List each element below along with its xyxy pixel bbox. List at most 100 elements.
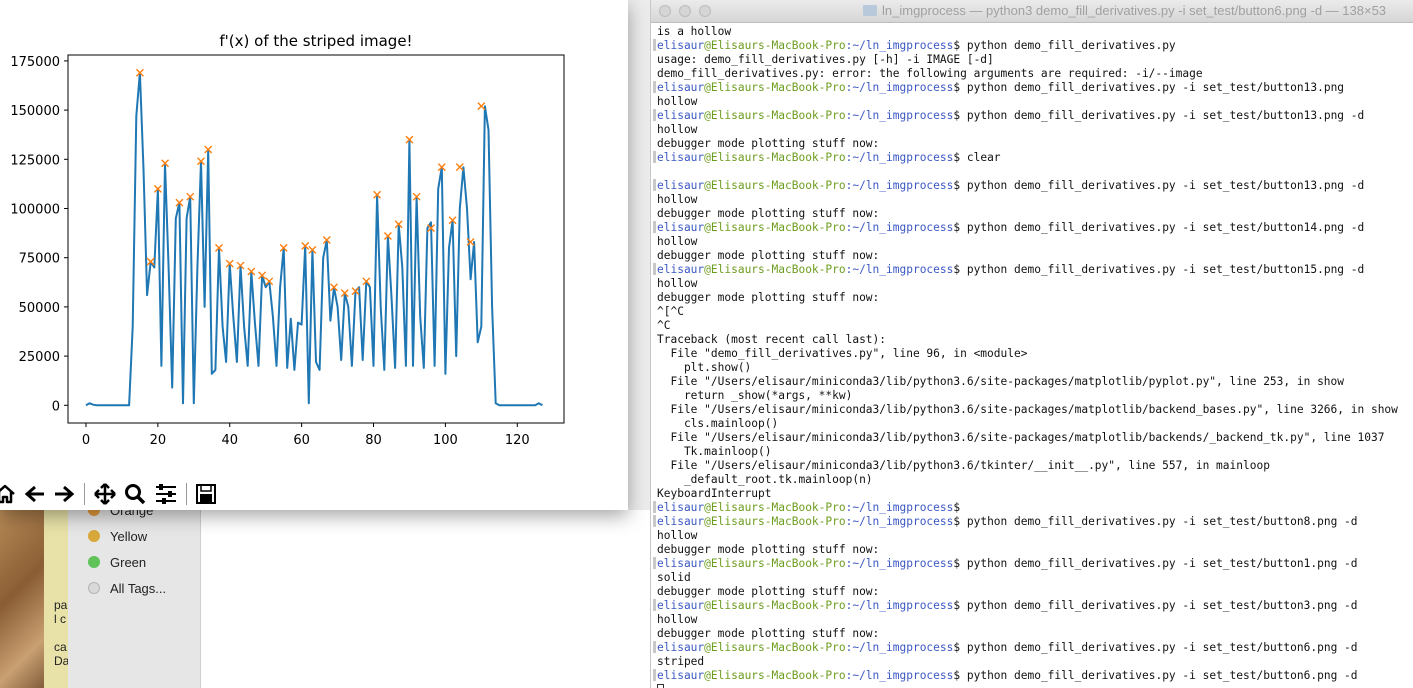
prompt-cwd: :~/ln_imgprocess [845, 263, 954, 276]
prompt-cwd: :~/ln_imgprocess [845, 39, 954, 52]
prompt-command: $ python demo_fill_derivatives.py -i set… [953, 669, 1358, 682]
finder-content-area [201, 510, 650, 688]
terminal-prompt-line: elisaur@Elisaurs-MacBook-Pro:~/ln_imgpro… [651, 109, 1413, 123]
folder-icon [863, 5, 877, 16]
tag-label: Yellow [110, 528, 148, 544]
prompt-host: @Elisaurs-MacBook-Pro [704, 151, 846, 164]
terminal-prompt-line: elisaur@Elisaurs-MacBook-Pro:~/ln_imgpro… [651, 641, 1413, 655]
prompt-command: $ python demo_fill_derivatives.py -i set… [953, 641, 1358, 654]
prompt-command: $ python demo_fill_derivatives.py -i set… [953, 81, 1345, 94]
forward-arrow-icon [55, 485, 75, 503]
terminal-prompt-line: elisaur@Elisaurs-MacBook-Pro:~/ln_imgpro… [651, 557, 1413, 571]
prompt-command: $ python demo_fill_derivatives.py -i set… [953, 221, 1365, 234]
prompt-command: $ python demo_fill_derivatives.py -i set… [953, 599, 1358, 612]
terminal-cursor-line [651, 683, 1413, 688]
terminal-output-line: File "/Users/elisaur/miniconda3/lib/pyth… [657, 431, 1385, 444]
close-window-icon[interactable] [659, 5, 671, 17]
home-button[interactable] [0, 481, 18, 507]
tag-color-dot [88, 582, 100, 594]
forward-button[interactable] [51, 481, 77, 507]
prompt-host: @Elisaurs-MacBook-Pro [704, 179, 846, 192]
configure-subplots-button[interactable] [153, 481, 179, 507]
terminal-output-line: hollow [657, 529, 698, 542]
terminal-output-line: File "demo_fill_derivatives.py", line 96… [657, 347, 1028, 360]
toolbar-divider [84, 483, 85, 505]
terminal-output-line: plt.show() [657, 361, 752, 374]
terminal-output-line: hollow [657, 613, 698, 626]
terminal-output-line: debugger mode plotting stuff now: [657, 585, 880, 598]
prompt-marker [653, 557, 656, 569]
prompt-user: elisaur [657, 557, 705, 570]
terminal-output-line: cls.mainloop() [657, 417, 779, 430]
y-tick-label: 175000 [10, 55, 60, 70]
prompt-cwd: :~/ln_imgprocess [845, 179, 954, 192]
x-axis: 0 20 40 60 80 100 120 [82, 423, 530, 448]
tag-color-dot [88, 530, 100, 542]
x-tick-label: 0 [82, 433, 90, 448]
prompt-command: $ python demo_fill_derivatives.py [953, 39, 1176, 52]
prompt-host: @Elisaurs-MacBook-Pro [704, 221, 846, 234]
terminal-output[interactable]: is a hollow elisaur@Elisaurs-MacBook-Pro:… [651, 25, 1413, 688]
terminal-output-line: usage: demo_fill_derivatives.py [-h] -i … [657, 53, 994, 66]
terminal-prompt-line: elisaur@Elisaurs-MacBook-Pro:~/ln_imgpro… [651, 179, 1413, 193]
terminal-output-line: demo_fill_derivatives.py: error: the fol… [657, 67, 1203, 80]
prompt-user: elisaur [657, 669, 705, 682]
note-text: l c [54, 612, 66, 626]
prompt-marker [653, 599, 656, 611]
prompt-command: $ python demo_fill_derivatives.py -i set… [953, 179, 1365, 192]
tag-color-dot [88, 556, 100, 568]
terminal-prompt-line: elisaur@Elisaurs-MacBook-Pro:~/ln_imgpro… [651, 151, 1413, 165]
prompt-host: @Elisaurs-MacBook-Pro [704, 109, 846, 122]
prompt-cwd: :~/ln_imgprocess [845, 221, 954, 234]
terminal-output-line: debugger mode plotting stuff now: [657, 627, 880, 640]
zoom-button[interactable] [122, 481, 148, 507]
terminal-output-line: File "/Users/elisaur/miniconda3/lib/pyth… [657, 403, 1398, 416]
terminal-output-line: hollow [657, 95, 698, 108]
configure-subplots-icon [156, 484, 176, 504]
terminal-output-line: solid [657, 571, 691, 584]
sidebar-tag-yellow[interactable]: Yellow [88, 526, 147, 546]
terminal-window: ln_imgprocess — python3 demo_fill_deriva… [650, 0, 1413, 688]
prompt-marker [653, 179, 656, 191]
terminal-output-line: debugger mode plotting stuff now: [657, 137, 880, 150]
prompt-user: elisaur [657, 263, 705, 276]
sidebar-all-tags[interactable]: All Tags... [88, 578, 166, 598]
terminal-titlebar[interactable]: ln_imgprocess — python3 demo_fill_deriva… [651, 0, 1413, 23]
prompt-marker [653, 81, 656, 93]
terminal-prompt-line: elisaur@Elisaurs-MacBook-Pro:~/ln_imgpro… [651, 39, 1413, 53]
terminal-output-line: File "/Users/elisaur/miniconda3/lib/pyth… [657, 375, 1345, 388]
prompt-cwd: :~/ln_imgprocess [845, 599, 954, 612]
prompt-host: @Elisaurs-MacBook-Pro [704, 515, 846, 528]
y-tick-label: 25000 [19, 350, 60, 365]
terminal-title: ln_imgprocess — python3 demo_fill_deriva… [882, 3, 1387, 18]
back-button[interactable] [22, 481, 48, 507]
terminal-output-line: Tk.mainloop() [657, 445, 772, 458]
pan-button[interactable] [92, 481, 118, 507]
prompt-host: @Elisaurs-MacBook-Pro [704, 81, 846, 94]
plot-area-frame [67, 54, 565, 424]
prompt-marker [653, 109, 656, 121]
note-text: ca [54, 640, 67, 654]
y-tick-label: 0 [52, 399, 60, 414]
back-arrow-icon [24, 485, 44, 503]
prompt-marker [653, 641, 656, 653]
y-tick-label: 50000 [19, 301, 60, 316]
terminal-prompt-line: elisaur@Elisaurs-MacBook-Pro:~/ln_imgpro… [651, 501, 1413, 515]
sidebar-tag-green[interactable]: Green [88, 552, 146, 572]
terminal-output-line: Traceback (most recent call last): [657, 333, 887, 346]
peak-marker [477, 102, 486, 111]
prompt-marker [653, 151, 656, 163]
terminal-prompt-line: elisaur@Elisaurs-MacBook-Pro:~/ln_imgpro… [651, 515, 1413, 529]
prompt-command: $ [953, 501, 961, 514]
prompt-marker [653, 669, 656, 681]
prompt-marker [653, 515, 656, 527]
chart: f'(x) of the striped image! 0 25000 50000 7… [10, 32, 565, 448]
prompt-cwd: :~/ln_imgprocess [845, 151, 954, 164]
y-tick-label: 75000 [19, 252, 60, 267]
zoom-window-icon[interactable] [699, 5, 711, 17]
save-button[interactable] [193, 481, 219, 507]
save-floppy-icon [196, 484, 216, 504]
pan-move-icon [94, 483, 116, 505]
minimize-window-icon[interactable] [679, 5, 691, 17]
